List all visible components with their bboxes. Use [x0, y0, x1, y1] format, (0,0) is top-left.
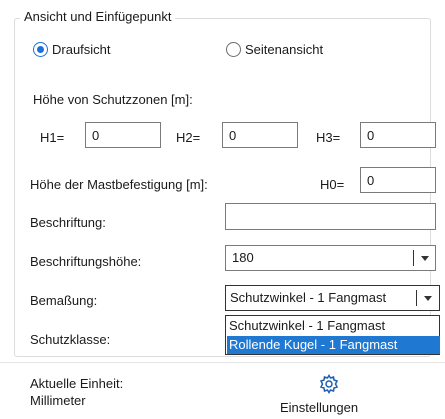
- h0-label: H0=: [320, 177, 345, 192]
- combo-separator: [413, 250, 414, 266]
- h0-input[interactable]: [360, 167, 436, 193]
- h1-label: H1=: [40, 130, 65, 145]
- mast-height-label: Höhe der Mastbefestigung [m]:: [30, 177, 208, 192]
- dimensioning-dropdown-list: Schutzwinkel - 1 Fangmast Rollende Kugel…: [225, 315, 440, 355]
- caption-input[interactable]: [225, 203, 436, 230]
- gear-icon: [319, 374, 339, 394]
- settings-button-label: Einstellungen: [280, 400, 359, 415]
- h3-label: H3=: [316, 130, 341, 145]
- caption-height-combo[interactable]: 180: [225, 245, 436, 271]
- chevron-down-icon[interactable]: [421, 256, 429, 261]
- radio-top-view[interactable]: [33, 42, 48, 57]
- dimensioning-label: Bemaßung:: [30, 293, 98, 308]
- current-unit-label: Aktuelle Einheit:: [30, 376, 124, 391]
- h2-input[interactable]: [222, 122, 298, 148]
- zones-heading: Höhe von Schutzzonen [m]:: [33, 92, 193, 107]
- combo-separator: [416, 290, 417, 306]
- protection-class-label: Schutzklasse:: [30, 332, 111, 347]
- radio-top-view-label[interactable]: Draufsicht: [52, 42, 111, 57]
- h1-input[interactable]: [85, 122, 161, 148]
- chevron-down-icon[interactable]: [424, 296, 432, 301]
- h2-label: H2=: [176, 130, 201, 145]
- group-title: Ansicht und Einfügepunkt: [20, 9, 176, 24]
- dimensioning-combo[interactable]: Schutzwinkel - 1 Fangmast: [225, 285, 440, 311]
- dropdown-option[interactable]: Schutzwinkel - 1 Fangmast: [227, 317, 440, 335]
- caption-height-label: Beschriftungshöhe:: [30, 254, 142, 269]
- current-unit-value: Millimeter: [30, 393, 86, 408]
- h3-input[interactable]: [360, 122, 436, 148]
- divider: [0, 362, 445, 363]
- dimensioning-value: Schutzwinkel - 1 Fangmast: [230, 290, 387, 305]
- caption-height-value: 180: [232, 250, 254, 265]
- dropdown-option-selected[interactable]: Rollende Kugel - 1 Fangmast: [227, 336, 440, 354]
- radio-side-view-label[interactable]: Seitenansicht: [245, 42, 323, 57]
- settings-button[interactable]: Einstellungen: [268, 372, 388, 418]
- caption-label: Beschriftung:: [30, 215, 106, 230]
- radio-side-view[interactable]: [226, 42, 241, 57]
